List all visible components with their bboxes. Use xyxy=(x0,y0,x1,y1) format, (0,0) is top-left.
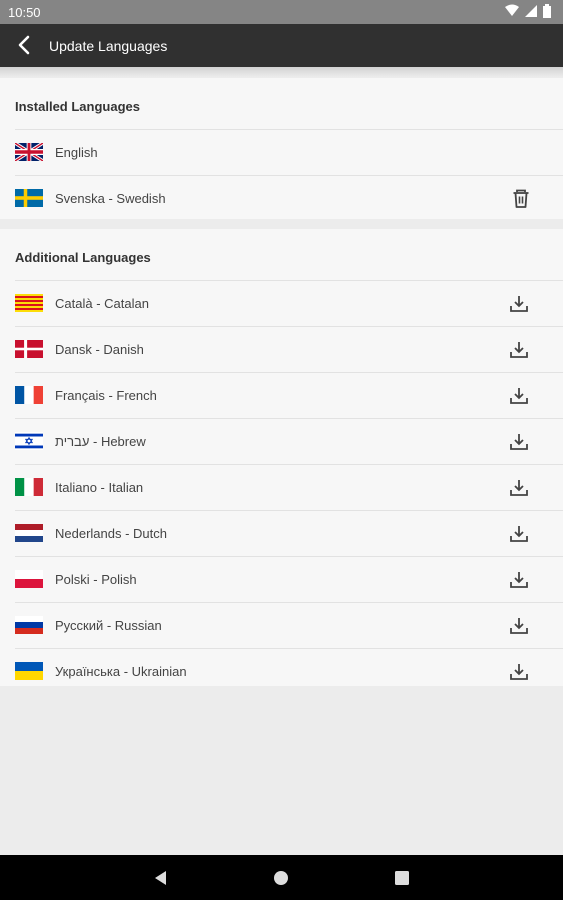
italy-flag-icon xyxy=(15,478,43,496)
language-label: עברית - Hebrew xyxy=(55,434,146,449)
recents-icon[interactable] xyxy=(391,867,413,889)
ukraine-flag-icon xyxy=(15,662,43,680)
app-bar: Update Languages xyxy=(0,24,563,67)
language-row-italian[interactable]: Italiano - Italian xyxy=(15,464,563,510)
download-icon[interactable] xyxy=(507,292,531,316)
language-label: Русский - Russian xyxy=(55,618,162,633)
status-bar: 10:50 xyxy=(0,0,563,24)
language-row-swedish[interactable]: Svenska - Swedish xyxy=(15,175,563,221)
poland-flag-icon xyxy=(15,570,43,588)
language-label: Català - Catalan xyxy=(55,296,149,311)
download-icon[interactable] xyxy=(507,568,531,592)
additional-languages-section: Additional Languages Català - Catalan Da… xyxy=(0,229,563,686)
battery-icon xyxy=(543,4,551,18)
language-label: Italiano - Italian xyxy=(55,480,144,495)
language-label: Polski - Polish xyxy=(55,572,137,587)
download-icon[interactable] xyxy=(507,614,531,638)
home-icon[interactable] xyxy=(270,867,292,889)
language-row-english[interactable]: English xyxy=(15,129,563,175)
delete-icon[interactable] xyxy=(509,187,533,211)
download-icon[interactable] xyxy=(507,476,531,500)
download-icon[interactable] xyxy=(507,430,531,454)
denmark-flag-icon xyxy=(15,340,43,358)
uk-flag-icon xyxy=(15,143,43,161)
language-label: Svenska - Swedish xyxy=(55,191,166,206)
navigation-bar xyxy=(0,855,563,900)
language-row-french[interactable]: Français - French xyxy=(15,372,563,418)
back-icon[interactable] xyxy=(150,867,172,889)
language-row-dutch[interactable]: Nederlands - Dutch xyxy=(15,510,563,556)
wifi-icon xyxy=(505,4,519,16)
france-flag-icon xyxy=(15,386,43,404)
language-label: Nederlands - Dutch xyxy=(55,526,167,541)
page-title: Update Languages xyxy=(49,38,168,54)
app-bar-shadow xyxy=(0,67,563,77)
installed-languages-title: Installed Languages xyxy=(15,99,140,114)
download-icon[interactable] xyxy=(507,338,531,362)
netherlands-flag-icon xyxy=(15,524,43,542)
additional-languages-title: Additional Languages xyxy=(15,250,151,265)
language-label: Українська - Ukrainian xyxy=(55,664,187,679)
language-row-hebrew[interactable]: עברית - Hebrew xyxy=(15,418,563,464)
language-row-polish[interactable]: Polski - Polish xyxy=(15,556,563,602)
download-icon[interactable] xyxy=(507,384,531,408)
language-label: Français - French xyxy=(55,388,157,403)
language-row-russian[interactable]: Русский - Russian xyxy=(15,602,563,648)
installed-languages-section: Installed Languages English Svenska - Sw… xyxy=(0,78,563,219)
download-icon[interactable] xyxy=(507,522,531,546)
language-label: Dansk - Danish xyxy=(55,342,144,357)
language-row-danish[interactable]: Dansk - Danish xyxy=(15,326,563,372)
status-time: 10:50 xyxy=(8,5,41,20)
download-icon[interactable] xyxy=(507,660,531,684)
language-label: English xyxy=(55,145,98,160)
sweden-flag-icon xyxy=(15,189,43,207)
status-icons xyxy=(505,4,551,18)
israel-flag-icon xyxy=(15,432,43,450)
language-row-catalan[interactable]: Català - Catalan xyxy=(15,280,563,326)
signal-icon xyxy=(525,5,537,17)
language-row-ukrainian[interactable]: Українська - Ukrainian xyxy=(15,648,563,694)
back-arrow-icon[interactable] xyxy=(14,34,36,56)
russia-flag-icon xyxy=(15,616,43,634)
catalonia-flag-icon xyxy=(15,294,43,312)
